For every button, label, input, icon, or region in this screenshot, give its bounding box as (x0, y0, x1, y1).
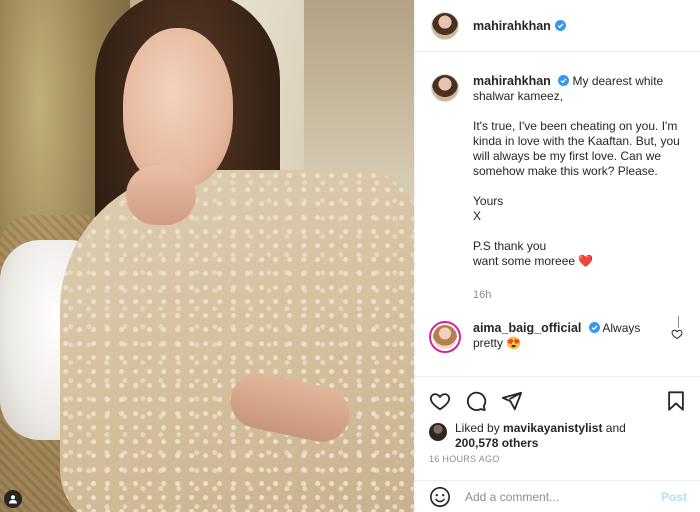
user-icon (9, 495, 17, 504)
comment-icon (466, 391, 487, 412)
likes-text: Liked by mavikayanistylist and 200,578 o… (455, 421, 626, 451)
bookmark-icon (668, 391, 684, 411)
commenter-avatar[interactable] (429, 321, 461, 353)
share-button[interactable] (501, 390, 523, 412)
caption-avatar[interactable] (431, 74, 459, 102)
author-username[interactable]: mahirahkhan (473, 19, 551, 33)
scroll-indicator (678, 316, 679, 328)
caption-paragraph: It's true, I've been cheating on you. I'… (473, 119, 680, 178)
caption-ps2: want some moreee (473, 254, 576, 268)
likes-and: and (605, 421, 626, 435)
post-comment-button[interactable]: Post (661, 490, 687, 504)
liker-avatar[interactable] (429, 423, 447, 441)
heart-icon (429, 393, 451, 411)
comment-input[interactable] (465, 489, 645, 504)
like-comment-heart-icon[interactable] (671, 328, 683, 340)
verified-icon (554, 20, 566, 31)
liked-by-prefix: Liked by (455, 421, 500, 435)
emoji-icon (430, 486, 450, 507)
like-button[interactable] (429, 390, 451, 412)
verified-icon (588, 322, 600, 333)
caption-time-ago: 16h (473, 289, 492, 301)
photo-kaftan (60, 170, 414, 512)
photo-hand (126, 165, 196, 225)
liked-by-user[interactable]: mavikayanistylist (503, 421, 602, 435)
heart-emoji: ❤️ (578, 254, 594, 268)
comment-text: aima_baig_official Always pretty 😍 (473, 321, 673, 353)
post-actions: Liked by mavikayanistylist and 200,578 o… (415, 376, 700, 451)
photo-face (123, 28, 233, 188)
likes-count[interactable]: 200,578 others (455, 436, 538, 450)
likes-summary: Liked by mavikayanistylist and 200,578 o… (429, 421, 687, 451)
caption-text: mahirahkhan My dearest white shalwar kam… (473, 74, 683, 269)
post-header: mahirahkhan (415, 0, 700, 52)
save-button[interactable] (665, 390, 687, 412)
post-side-panel: mahirahkhan mahirahkhan My dearest white… (414, 0, 700, 512)
post-photo[interactable] (0, 0, 414, 512)
author-avatar[interactable] (431, 11, 459, 40)
caption: mahirahkhan My dearest white shalwar kam… (431, 74, 685, 269)
commenter-username[interactable]: aima_baig_official (473, 321, 581, 335)
comments-section: mahirahkhan My dearest white shalwar kam… (415, 52, 700, 376)
caption-ps: P.S thank you (473, 239, 547, 253)
add-comment-bar: Post (415, 480, 700, 512)
comment-button[interactable] (465, 390, 487, 412)
caption-x: X (473, 209, 482, 223)
post-timestamp[interactable]: 16 HOURS AGO (429, 454, 500, 464)
tagged-users-button[interactable] (4, 490, 22, 508)
caption-yours: Yours (473, 194, 504, 208)
caption-username[interactable]: mahirahkhan (473, 74, 551, 88)
share-icon (501, 391, 523, 411)
emoji-button[interactable] (429, 486, 451, 508)
comment-item: aima_baig_official Always pretty 😍 (429, 321, 685, 353)
action-icons (429, 389, 687, 413)
verified-icon (558, 75, 570, 86)
heart-eyes-emoji: 😍 (506, 336, 522, 350)
